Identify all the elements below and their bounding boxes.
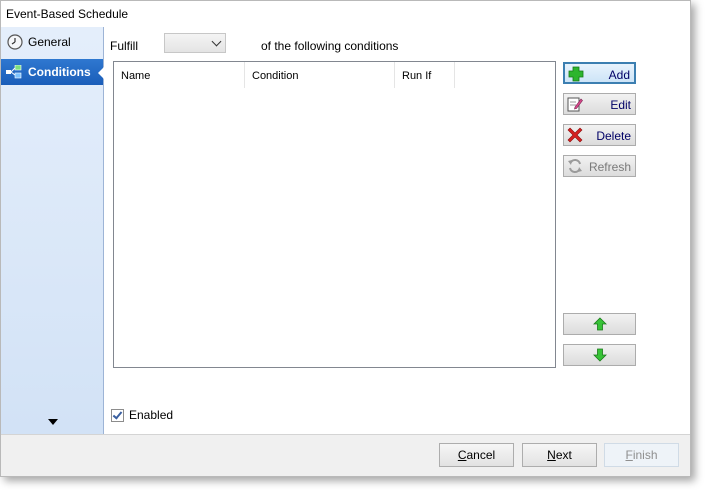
list-header: Name Condition Run If bbox=[114, 62, 555, 88]
finish-button[interactable]: Finish bbox=[604, 443, 679, 467]
arrow-down-icon bbox=[593, 348, 607, 362]
delete-icon bbox=[567, 127, 583, 143]
column-header-run-if[interactable]: Run If bbox=[395, 62, 455, 88]
edit-button[interactable]: Edit bbox=[563, 93, 636, 115]
column-header-name[interactable]: Name bbox=[114, 62, 245, 88]
dialog-window: Event-Based Schedule General Conditions … bbox=[0, 0, 691, 477]
column-header-condition[interactable]: Condition bbox=[245, 62, 395, 88]
sidebar-item-label: Conditions bbox=[28, 65, 91, 79]
sidebar: General Conditions bbox=[1, 27, 104, 434]
move-up-button[interactable] bbox=[563, 313, 636, 335]
edit-icon bbox=[567, 97, 583, 112]
window-title: Event-Based Schedule bbox=[6, 7, 129, 21]
refresh-button[interactable]: Refresh bbox=[563, 155, 636, 177]
conditions-list[interactable]: Name Condition Run If bbox=[113, 61, 556, 368]
add-button[interactable]: Add bbox=[563, 62, 636, 84]
refresh-icon bbox=[568, 158, 582, 174]
conditions-panel: Fulfill of the following conditions Name… bbox=[104, 27, 690, 434]
sidebar-item-general[interactable]: General bbox=[1, 29, 103, 55]
enabled-checkbox[interactable] bbox=[111, 408, 124, 422]
title-bar[interactable]: Event-Based Schedule bbox=[1, 1, 690, 27]
enabled-toggle[interactable]: Enabled bbox=[111, 408, 173, 422]
chevron-down-icon bbox=[211, 36, 222, 47]
sidebar-item-conditions[interactable]: Conditions bbox=[1, 59, 104, 85]
enabled-label: Enabled bbox=[129, 408, 174, 422]
dialog-footer: Cancel Next Finish bbox=[1, 434, 690, 476]
delete-button[interactable]: Delete bbox=[563, 124, 636, 146]
move-down-button[interactable] bbox=[563, 344, 636, 366]
next-button[interactable]: Next bbox=[522, 443, 597, 467]
clock-icon bbox=[7, 34, 23, 50]
chevron-down-icon[interactable] bbox=[48, 419, 58, 425]
conditions-icon bbox=[6, 65, 22, 79]
cancel-button[interactable]: Cancel bbox=[439, 443, 514, 467]
sidebar-item-label: General bbox=[28, 35, 71, 49]
arrow-up-icon bbox=[593, 317, 607, 331]
following-conditions-label: of the following conditions bbox=[261, 39, 399, 53]
fulfill-dropdown[interactable] bbox=[164, 33, 226, 53]
plus-icon bbox=[568, 66, 584, 82]
fulfill-label: Fulfill bbox=[110, 39, 139, 53]
